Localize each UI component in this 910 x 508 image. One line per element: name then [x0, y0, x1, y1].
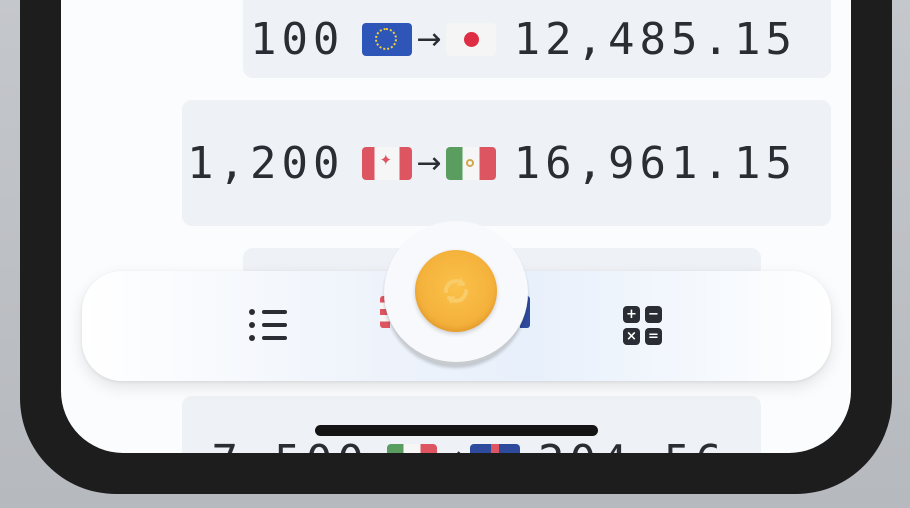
uk-flag-icon: [470, 444, 521, 453]
conversion-amount: 1,200: [186, 137, 345, 189]
home-indicator[interactable]: [315, 425, 598, 436]
italy-flag-icon: [386, 444, 437, 453]
list-icon-line: [262, 323, 287, 327]
japan-flag-icon: [445, 22, 496, 56]
calculator-tab-button[interactable]: + − × =: [623, 306, 663, 346]
arrow-icon: →: [416, 21, 442, 57]
canada-flag-icon: [362, 146, 413, 180]
conversion-amount: 7,500: [211, 436, 368, 453]
conversion-result: 16,961.15: [513, 137, 797, 189]
calculator-icon-times: ×: [623, 328, 640, 345]
currency-convert-icon: [444, 278, 468, 304]
list-icon: [249, 309, 255, 315]
list-icon-dot: [249, 322, 255, 328]
conversion-amount: 100: [249, 13, 345, 65]
conversion-result: 12,485.15: [513, 13, 797, 65]
mexico-flag-icon: [445, 146, 496, 180]
conversion-card[interactable]: 100 → 12,485.15: [243, 0, 831, 78]
conversion-card[interactable]: 1,200 → 16,961.15: [182, 100, 831, 226]
eu-flag-icon: [362, 22, 413, 56]
list-icon-line: [262, 336, 287, 340]
device-stage: 100 → 12,485.15 1,200 → 16,961.15 7,500 …: [0, 0, 910, 508]
list-icon-dot: [249, 335, 255, 341]
history-tab-button[interactable]: [244, 306, 292, 346]
calculator-icon: +: [623, 306, 640, 323]
arrow-icon: →: [441, 440, 466, 453]
arrow-icon: →: [416, 145, 442, 181]
calculator-icon-minus: −: [645, 306, 662, 323]
list-icon-line: [262, 310, 287, 314]
convert-button[interactable]: [415, 250, 497, 332]
calculator-icon-equals: =: [645, 328, 662, 345]
conversion-result: 204.56: [538, 436, 727, 453]
